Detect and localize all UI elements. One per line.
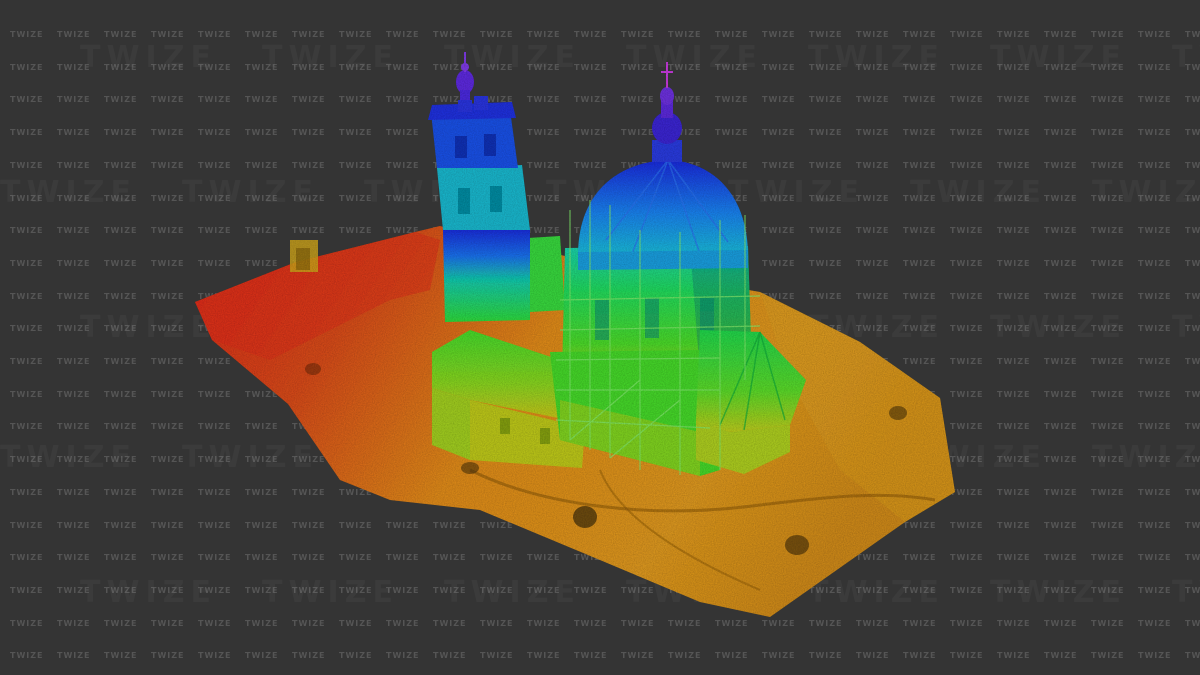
viewer-canvas[interactable]: TWIZE TWIZE TWIZE TWIZE TWIZE TWIZE TWIZE TWIZE… (0, 0, 1200, 675)
point-cloud-render (195, 52, 955, 617)
church-point-cloud (428, 52, 806, 476)
